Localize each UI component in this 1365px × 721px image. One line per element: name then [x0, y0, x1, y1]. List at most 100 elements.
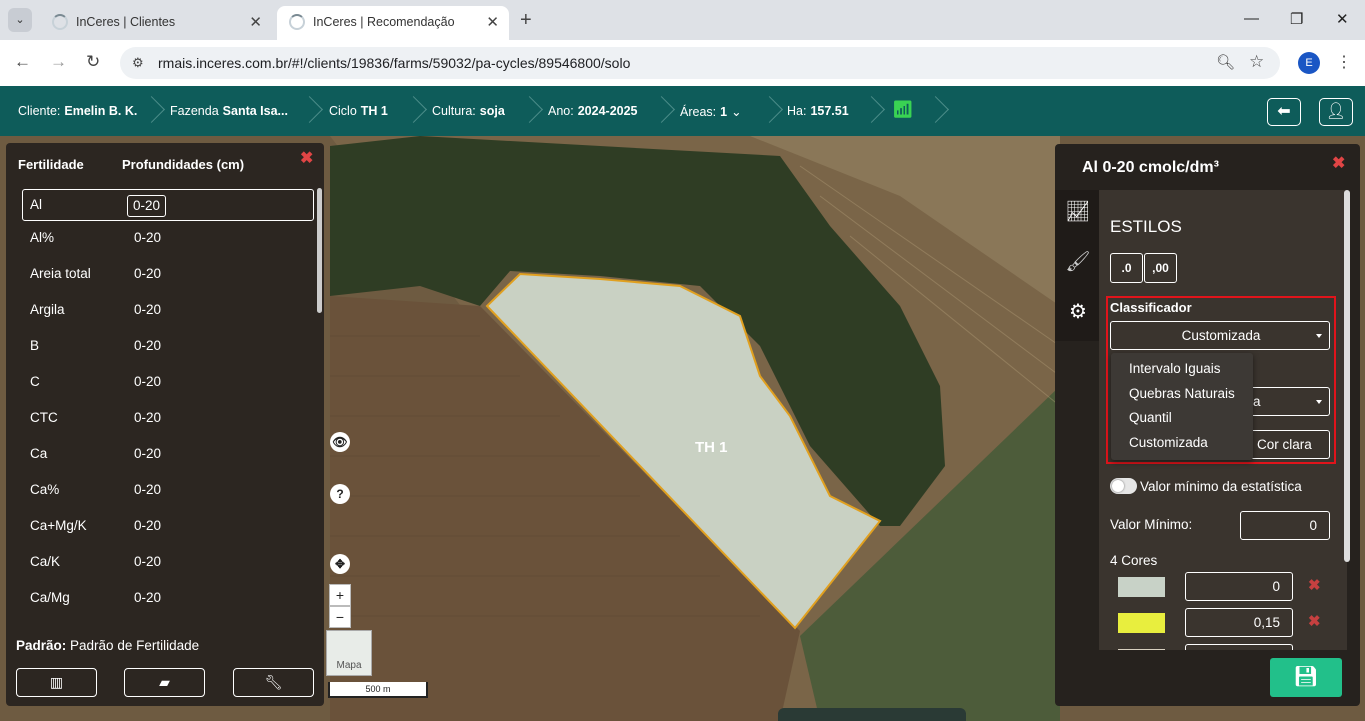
fertility-row-depth[interactable]: 0-20 [134, 554, 161, 569]
valor-minimo-input[interactable]: 0 [1240, 511, 1330, 540]
classificador-option[interactable]: Customizada [1129, 435, 1208, 450]
profile-avatar[interactable]: E [1298, 52, 1320, 74]
basemap-toggle[interactable]: Mapa [326, 630, 372, 676]
cliente-value: Emelin B. K. [64, 104, 138, 118]
zoom-in-button[interactable]: + [329, 584, 351, 606]
notebook-button[interactable]: ▰ [124, 668, 205, 697]
fertility-row-depth[interactable]: 0-20 [134, 374, 161, 389]
fertility-row-depth[interactable]: 0-20 [134, 518, 161, 533]
arrow-left-icon: ⬅ [1277, 103, 1291, 120]
chart-icon[interactable]: 📈︎ [1060, 194, 1096, 230]
user-button[interactable]: 👤︎ [1319, 98, 1353, 126]
fertility-row-depth[interactable]: 0-20 [134, 482, 161, 497]
classificador-option[interactable]: Quebras Naturais [1129, 386, 1235, 401]
gears-icon[interactable]: ⚙ [1060, 294, 1096, 330]
fertility-row-name[interactable]: Argila [30, 302, 65, 317]
close-icon[interactable]: ✖ [1332, 153, 1345, 173]
browser-tab[interactable]: InCeres | Clientes ✕ [40, 6, 272, 40]
selected-depth-chip[interactable]: 0-20 [127, 195, 166, 217]
fertility-row-name[interactable]: Al [30, 197, 42, 212]
classificador-option[interactable]: Quantil [1129, 410, 1172, 425]
header-ano[interactable]: Ano: 2024-2025 [548, 104, 638, 118]
class-break-input[interactable] [1185, 644, 1293, 650]
tab-search-icon[interactable]: ⌄ [8, 8, 32, 32]
color-swatch[interactable] [1118, 577, 1165, 597]
browser-tab-active[interactable]: InCeres | Recomendação ✕ [277, 6, 509, 40]
decrease-decimals-button[interactable]: .0 [1110, 253, 1143, 283]
restore-icon[interactable]: ❐ [1290, 10, 1303, 28]
profundidades-header: Profundidades (cm) [122, 157, 245, 172]
header-ciclo[interactable]: Ciclo TH 1 [329, 104, 388, 118]
class-break-input[interactable]: 0 [1185, 572, 1293, 601]
header-fazenda[interactable]: Fazenda Santa Isa... [170, 104, 288, 118]
scrollbar[interactable] [1344, 190, 1350, 562]
cultura-label: Cultura: [432, 104, 476, 118]
fertility-row-name[interactable]: Ca% [30, 482, 59, 497]
minimize-icon[interactable]: — [1244, 10, 1259, 27]
fertility-row-name[interactable]: CTC [30, 410, 58, 425]
wifi-icon: 📶︎ [892, 100, 914, 119]
url-text[interactable]: rmais.inceres.com.br/#!/clients/19836/fa… [158, 55, 630, 71]
ano-value: 2024-2025 [577, 104, 638, 118]
library-icon: ▥ [49, 674, 64, 690]
header-ha: Ha: 157.51 [787, 104, 849, 118]
classificador-option[interactable]: Intervalo Iguais [1129, 361, 1221, 376]
delete-class-icon[interactable]: ✖ [1308, 612, 1321, 630]
fertility-row-depth[interactable]: 0-20 [134, 302, 161, 317]
fertility-row-name[interactable]: B [30, 338, 39, 353]
fertility-row-name[interactable]: Ca [30, 446, 47, 461]
settings-button[interactable]: 🔧︎ [233, 668, 314, 697]
loading-icon [52, 14, 68, 30]
loading-icon [289, 14, 305, 30]
fertility-row-name[interactable]: Ca/Mg [30, 590, 70, 605]
close-window-icon[interactable]: ✕ [1336, 10, 1349, 28]
field-label: TH 1 [695, 439, 728, 456]
close-tab-icon[interactable]: ✕ [249, 13, 262, 31]
new-tab-icon[interactable]: + [520, 9, 532, 32]
fertility-row-name[interactable]: C [30, 374, 40, 389]
zoom-out-button[interactable]: − [329, 606, 351, 628]
fertility-row-name[interactable]: Areia total [30, 266, 91, 281]
fertility-row-depth[interactable]: 0-20 [134, 338, 161, 353]
bottom-tab[interactable] [778, 708, 966, 721]
header-cliente[interactable]: Cliente: Emelin B. K. [18, 104, 137, 118]
selected-row[interactable] [22, 189, 314, 221]
site-settings-icon[interactable]: ⚙ [132, 55, 144, 71]
fertility-row-depth[interactable]: 0-20 [134, 590, 161, 605]
ciclo-value: TH 1 [360, 104, 388, 118]
breadcrumb-separator [300, 92, 316, 132]
help-icon[interactable]: ? [330, 484, 350, 504]
save-button[interactable]: 💾︎ [1270, 658, 1342, 697]
breadcrumb-separator [760, 92, 776, 132]
fertility-row-depth[interactable]: 0-20 [134, 410, 161, 425]
close-icon[interactable]: ✖ [300, 148, 313, 168]
bookmark-star-icon[interactable]: ☆ [1249, 52, 1264, 72]
increase-decimals-button[interactable]: ,00 [1144, 253, 1177, 283]
visibility-icon[interactable]: 👁︎ [330, 432, 350, 452]
ha-label: Ha: [787, 104, 807, 118]
delete-class-icon[interactable]: ✖ [1308, 576, 1321, 594]
header-cultura[interactable]: Cultura: soja [432, 104, 505, 118]
fertility-row-name[interactable]: Ca+Mg/K [30, 518, 87, 533]
scrollbar[interactable] [317, 188, 322, 313]
fertility-row-depth[interactable]: 0-20 [134, 230, 161, 245]
paint-roller-icon[interactable]: 🖌︎ [1060, 244, 1096, 280]
close-tab-icon[interactable]: ✕ [486, 13, 499, 31]
browser-menu-icon[interactable]: ⋮ [1336, 52, 1352, 72]
fertility-row-name[interactable]: Ca/K [30, 554, 60, 569]
fertility-row-depth[interactable]: 0-20 [134, 266, 161, 281]
min-stat-toggle[interactable] [1110, 478, 1137, 494]
color-swatch[interactable] [1118, 649, 1165, 650]
header-areas[interactable]: Áreas: 1 ⌄ [680, 104, 742, 119]
back-button[interactable]: ⬅ [1267, 98, 1301, 126]
back-icon[interactable]: ← [14, 52, 31, 72]
pan-icon[interactable]: ✥ [330, 554, 350, 574]
fertility-row-name[interactable]: Al% [30, 230, 54, 245]
color-swatch[interactable] [1118, 613, 1165, 633]
reload-icon[interactable]: ↻ [86, 52, 100, 72]
library-button[interactable]: ▥ [16, 668, 97, 697]
fertility-row-depth[interactable]: 0-20 [134, 446, 161, 461]
zoom-icon[interactable]: 🔍︎ [1216, 53, 1235, 71]
class-break-input[interactable]: 0,15 [1185, 608, 1293, 637]
forward-icon[interactable]: → [50, 52, 67, 72]
